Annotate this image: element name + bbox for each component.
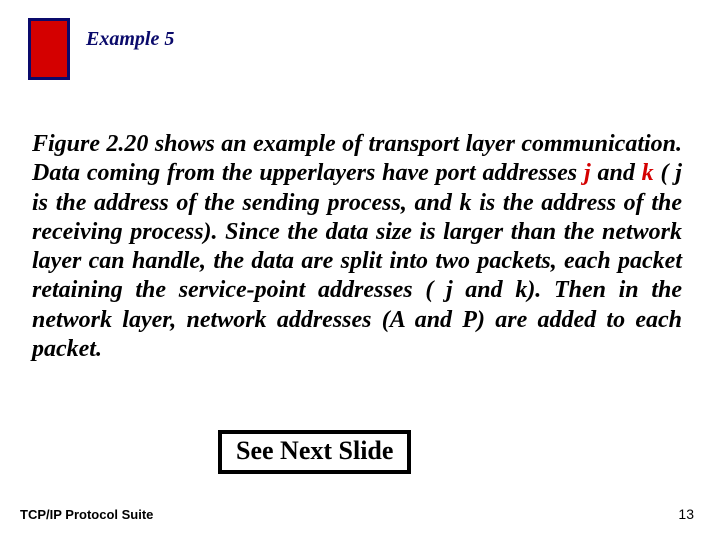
var-j: j xyxy=(584,160,591,186)
see-next-label: See Next Slide xyxy=(236,436,393,465)
var-k: k xyxy=(642,160,654,186)
red-box-decoration xyxy=(28,18,70,80)
body-segment-2: and xyxy=(591,160,642,186)
example-title: Example 5 xyxy=(86,28,174,51)
see-next-slide-box: See Next Slide xyxy=(218,430,411,474)
slide-header: Example 5 xyxy=(28,18,174,80)
body-paragraph: Figure 2.20 shows an example of transpor… xyxy=(32,130,682,364)
slide-number: 13 xyxy=(678,506,694,522)
body-segment-3: ( j is the address of the sending proces… xyxy=(32,160,682,362)
footer-left-text: TCP/IP Protocol Suite xyxy=(20,507,153,522)
